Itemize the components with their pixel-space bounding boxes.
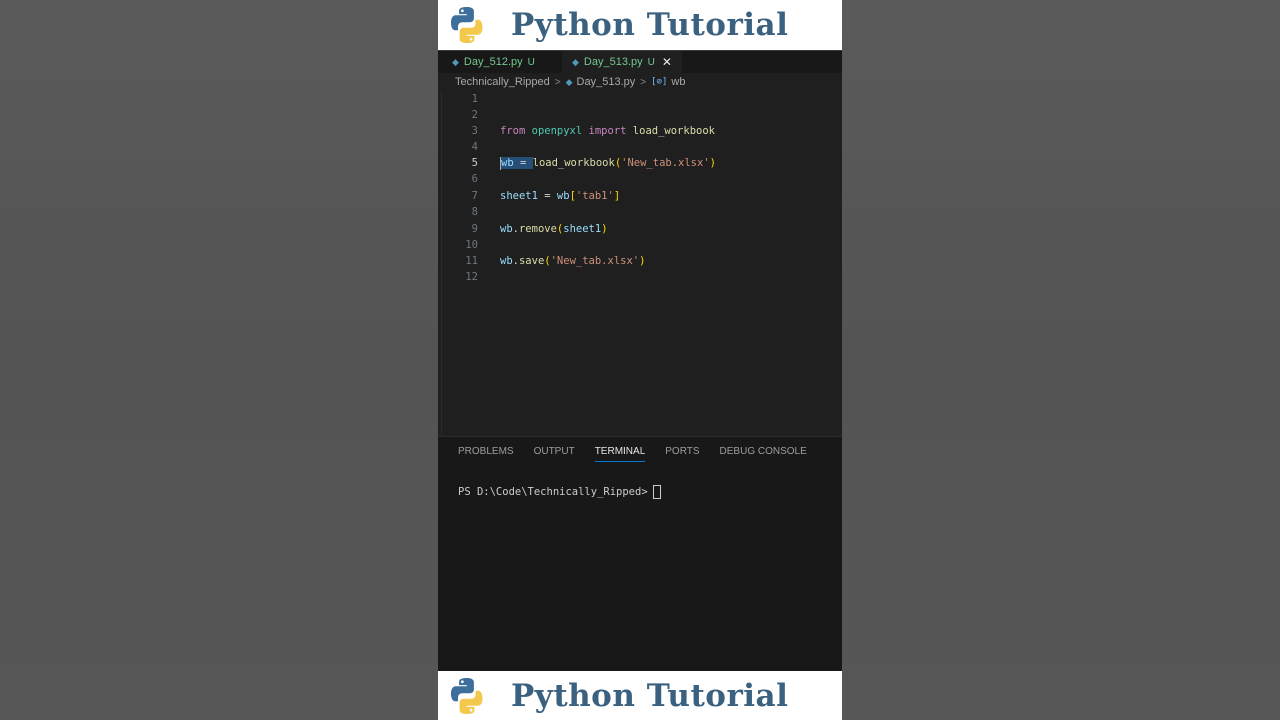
breadcrumb-folder[interactable]: Technically_Ripped (455, 76, 550, 88)
string-token: 'New_tab.xlsx' (550, 255, 640, 267)
top-banner: Python Tutorial (438, 0, 842, 50)
left-backdrop (0, 0, 438, 720)
bracket-token: ) (709, 157, 716, 169)
variable-token: wb (500, 223, 513, 235)
chevron-right-icon: > (554, 76, 561, 88)
right-backdrop (842, 0, 1280, 720)
code-line: 10 (438, 237, 842, 253)
bracket-token: ) (639, 255, 646, 267)
video-frame: Python Tutorial ◆ Day_512.py U ◆ Day_513… (438, 0, 842, 720)
variable-icon: [⊘] (651, 77, 668, 87)
line-number: 4 (471, 141, 478, 153)
selection-highlight: wb = (500, 156, 533, 170)
operator-token: = (513, 157, 533, 169)
function-token: load_workbook (632, 125, 715, 137)
line-number: 2 (471, 109, 478, 121)
variable-token: wb (500, 255, 513, 267)
code-line: 12 (438, 269, 842, 285)
bottom-panel: PROBLEMS OUTPUT TERMINAL PORTS DEBUG CON… (438, 437, 842, 671)
breadcrumb-symbol[interactable]: wb (671, 76, 685, 88)
code-text: wb.save('New_tab.xlsx') (500, 253, 645, 269)
python-file-icon: ◆ (572, 56, 579, 67)
python-file-icon: ◆ (452, 56, 459, 67)
code-line: 7 sheet1 = wb['tab1'] (438, 188, 842, 204)
line-number: 3 (471, 125, 478, 137)
code-text: wb.remove(sheet1) (500, 221, 608, 237)
banner-title: Python Tutorial (511, 677, 789, 714)
bracket-token: ] (613, 190, 621, 202)
panel-tabs: PROBLEMS OUTPUT TERMINAL PORTS DEBUG CON… (438, 437, 827, 467)
bracket-token: ) (601, 223, 608, 235)
code-text: sheet1 = wb['tab1'] (500, 188, 620, 204)
line-number: 11 (465, 255, 478, 267)
banner-title: Python Tutorial (511, 7, 789, 43)
code-line: 8 (438, 204, 842, 220)
string-token: 'New_tab.xlsx' (621, 157, 710, 169)
code-line: 6 (438, 171, 842, 187)
python-logo-icon (451, 7, 483, 43)
chevron-right-icon: > (640, 76, 647, 88)
keyword-token: import (588, 125, 627, 137)
breadcrumb-file[interactable]: Day_513.py (577, 76, 636, 88)
editor-tab-bar: ◆ Day_512.py U ◆ Day_513.py U ✕ (438, 50, 842, 73)
function-token: save (518, 255, 545, 267)
tab-output[interactable]: OUTPUT (534, 437, 575, 467)
variable-token: sheet1 (500, 190, 538, 202)
code-line: 1 (438, 91, 842, 107)
code-line: 3 from openpyxl import load_workbook (438, 123, 842, 139)
code-editor[interactable]: 1 2 3 from openpyxl import load_workbook… (438, 91, 842, 436)
untracked-badge: U (527, 56, 535, 68)
code-text: from openpyxl import load_workbook (500, 123, 715, 139)
code-line: 2 (438, 107, 842, 123)
keyword-token: from (500, 125, 526, 137)
bottom-banner: Python Tutorial (438, 671, 842, 720)
line-number: 8 (471, 206, 478, 218)
operator-token: = (537, 190, 557, 202)
line-number: 12 (465, 271, 478, 283)
function-token: load_workbook (532, 157, 615, 169)
close-icon[interactable]: ✕ (662, 55, 672, 69)
tab-filename: Day_513.py (583, 56, 643, 68)
string-token: 'tab1' (575, 190, 614, 202)
python-logo-icon (451, 677, 483, 714)
variable-token: wb (556, 190, 570, 202)
editor-gutter-edge (438, 91, 442, 436)
code-line: 11 wb.save('New_tab.xlsx') (438, 253, 842, 269)
line-number: 6 (471, 173, 478, 185)
line-number: 7 (471, 190, 478, 202)
python-file-icon: ◆ (565, 76, 573, 87)
breadcrumb: Technically_Ripped > ◆ Day_513.py > [⊘] … (438, 73, 842, 91)
tab-day-513[interactable]: ◆ Day_513.py U ✕ (562, 51, 682, 73)
module-token: openpyxl (531, 125, 583, 137)
variable-token: wb (501, 157, 514, 169)
tab-day-512[interactable]: ◆ Day_512.py U (452, 51, 535, 73)
untracked-badge: U (647, 56, 655, 68)
line-number: 1 (471, 93, 478, 105)
tab-terminal[interactable]: TERMINAL (594, 437, 645, 467)
code-line: 4 (438, 139, 842, 155)
code-line-active: 5 wb = load_workbook('New_tab.xlsx') (438, 155, 842, 171)
variable-token: sheet1 (563, 223, 602, 235)
line-number: 10 (465, 239, 478, 251)
code-text: wb = load_workbook('New_tab.xlsx') (500, 155, 716, 171)
terminal[interactable]: PS D:\Code\Technically_Ripped> (458, 485, 661, 499)
tab-ports[interactable]: PORTS (665, 437, 699, 467)
tab-filename: Day_512.py (463, 56, 523, 68)
line-number: 9 (471, 223, 478, 235)
terminal-cursor (652, 485, 661, 499)
terminal-prompt: PS D:\Code\Technically_Ripped> (458, 486, 648, 498)
line-number: 5 (471, 157, 478, 169)
tab-problems[interactable]: PROBLEMS (458, 437, 514, 467)
code-line: 9 wb.remove(sheet1) (438, 221, 842, 237)
function-token: remove (518, 223, 557, 235)
tab-debug-console[interactable]: DEBUG CONSOLE (720, 437, 807, 467)
